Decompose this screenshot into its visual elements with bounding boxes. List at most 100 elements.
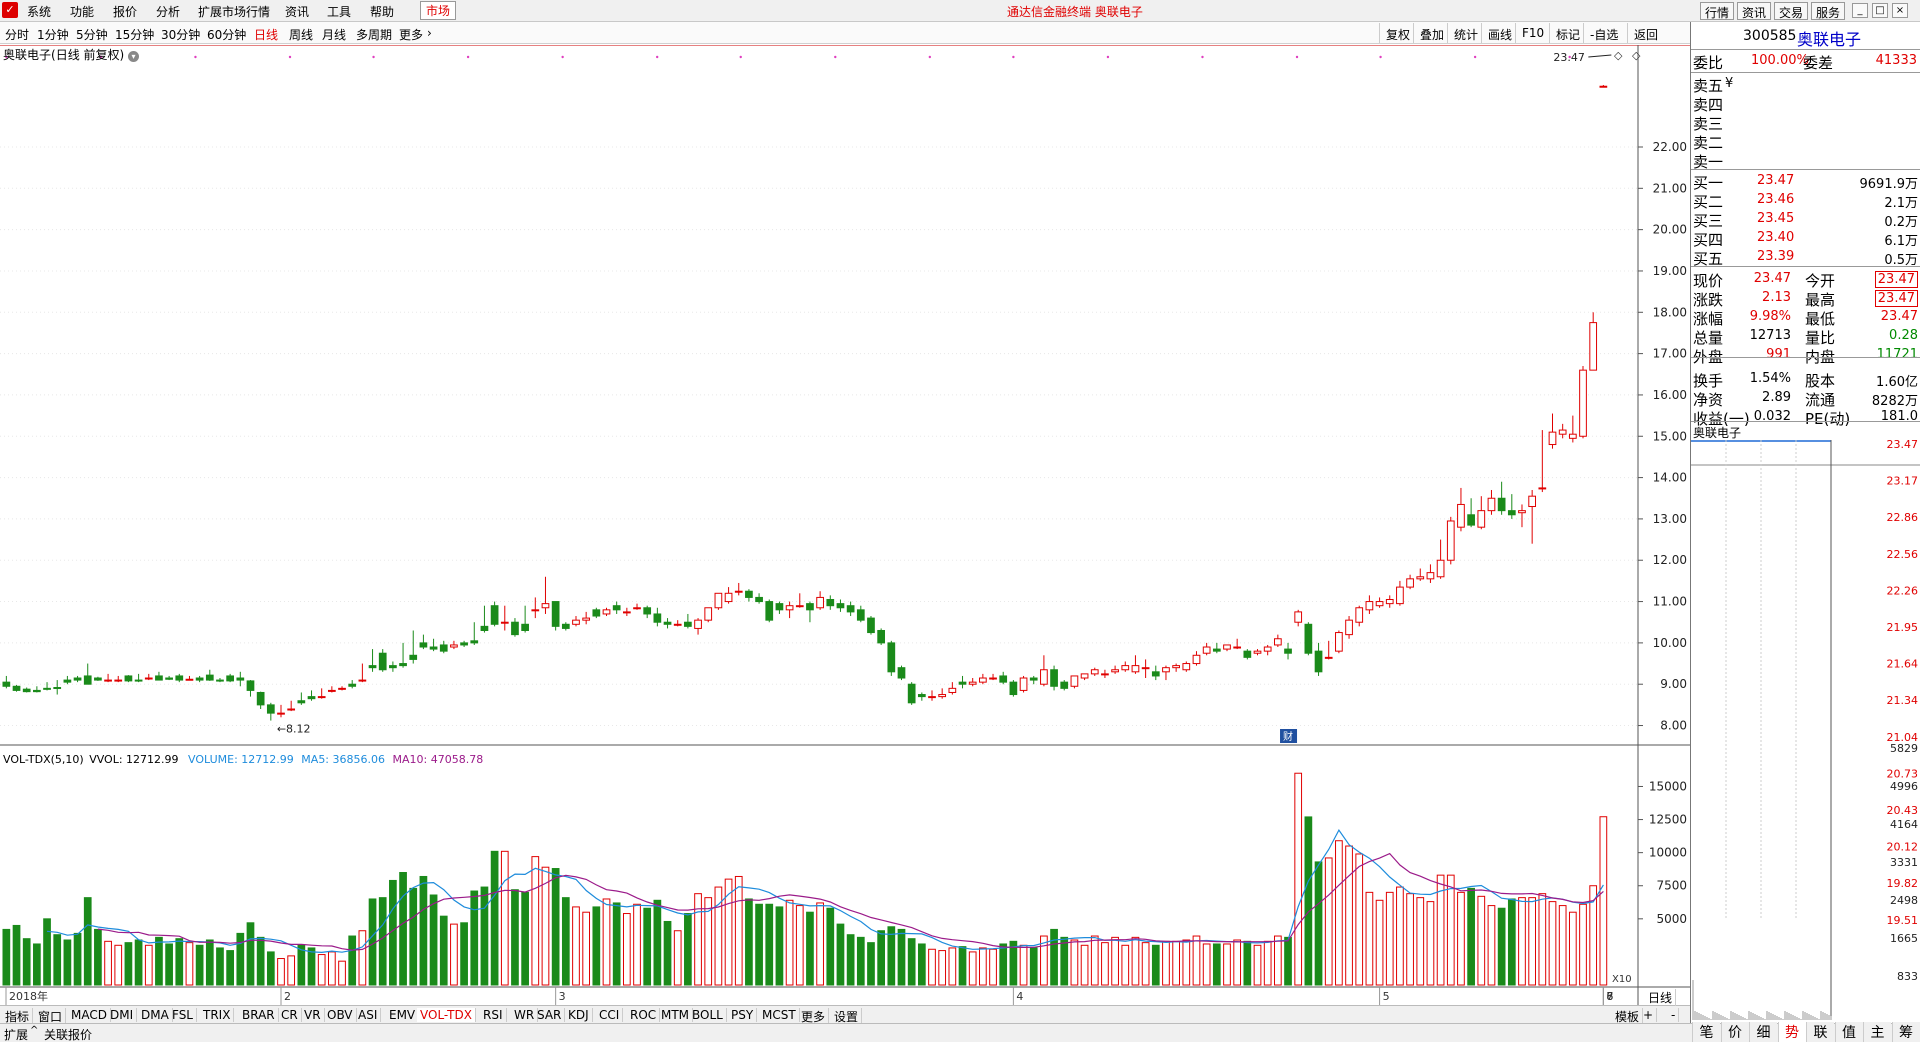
candle-body[interactable] bbox=[826, 598, 835, 607]
volume-bar[interactable] bbox=[144, 944, 153, 986]
volume-bar[interactable] bbox=[114, 944, 123, 986]
event-dot[interactable] bbox=[1295, 55, 1299, 59]
candle-body[interactable] bbox=[1243, 650, 1252, 658]
event-dot[interactable] bbox=[288, 55, 292, 59]
volume-bar[interactable] bbox=[1101, 942, 1109, 986]
candle-body[interactable] bbox=[1273, 638, 1282, 646]
volume-bar[interactable] bbox=[755, 903, 763, 986]
candle-body[interactable] bbox=[1029, 677, 1038, 681]
candle-body[interactable] bbox=[1497, 497, 1506, 512]
period-1min[interactable]: 1分钟 bbox=[37, 26, 69, 43]
volume-bar[interactable] bbox=[205, 939, 214, 986]
volume-bar[interactable] bbox=[439, 915, 448, 986]
candle-body[interactable] bbox=[94, 677, 102, 681]
volume-bar[interactable] bbox=[1538, 893, 1547, 986]
candle-body[interactable] bbox=[1131, 665, 1140, 673]
indicator-tab[interactable]: MACD bbox=[68, 1008, 111, 1022]
candle-body[interactable] bbox=[1345, 619, 1353, 636]
candle-body[interactable] bbox=[1080, 673, 1089, 679]
candle-body[interactable] bbox=[1314, 650, 1323, 673]
candle-body[interactable] bbox=[33, 689, 41, 693]
candle-body[interactable] bbox=[348, 683, 357, 687]
menu-extended-market[interactable]: 扩展市场行情 bbox=[198, 3, 270, 20]
indicator-tab[interactable]: MCST bbox=[759, 1008, 800, 1022]
volume-bar[interactable] bbox=[1375, 899, 1384, 986]
kline-chart[interactable]: 22.00 21.00 20.00 19.00 18.00 17.00 16.00 15.00… bbox=[0, 45, 1690, 1005]
sell-level-row[interactable]: 卖三 bbox=[1691, 113, 1920, 133]
candle-body[interactable] bbox=[216, 679, 224, 682]
volume-bar[interactable] bbox=[1273, 935, 1282, 986]
volume-bar[interactable] bbox=[277, 958, 285, 986]
candle-body[interactable] bbox=[1548, 431, 1557, 446]
candle-body[interactable] bbox=[673, 623, 682, 626]
volume-bar[interactable] bbox=[1029, 947, 1038, 986]
menu-quote[interactable]: 报价 bbox=[113, 3, 137, 20]
volume-bar[interactable] bbox=[104, 940, 112, 986]
volume-bar[interactable] bbox=[22, 938, 31, 986]
volume-bar[interactable] bbox=[836, 923, 845, 986]
candle-body[interactable] bbox=[450, 644, 458, 648]
candle-body[interactable] bbox=[1009, 681, 1018, 696]
candle-body[interactable] bbox=[684, 621, 692, 627]
candle-body[interactable] bbox=[958, 681, 967, 685]
indicator-tab[interactable]: DMI bbox=[107, 1008, 138, 1022]
volume-bar[interactable] bbox=[287, 955, 296, 986]
candle-body[interactable] bbox=[968, 681, 977, 685]
volume-bar[interactable] bbox=[1487, 905, 1496, 986]
indicator-tab[interactable]: RSI bbox=[480, 1008, 507, 1022]
volume-bar[interactable] bbox=[592, 906, 601, 986]
candle-body[interactable] bbox=[897, 667, 906, 679]
btn-fanhui[interactable]: 返回 bbox=[1627, 23, 1664, 43]
volume-bar[interactable] bbox=[1548, 901, 1557, 986]
candle-body[interactable] bbox=[1162, 667, 1170, 673]
candle-body[interactable] bbox=[165, 677, 173, 680]
candle-body[interactable] bbox=[266, 704, 275, 714]
volume-bar[interactable] bbox=[928, 948, 936, 986]
btn-tongji[interactable]: 统计 bbox=[1447, 23, 1484, 43]
close-icon[interactable]: × bbox=[1892, 3, 1908, 18]
candle-body[interactable] bbox=[1101, 673, 1109, 676]
candle-body[interactable] bbox=[114, 679, 123, 682]
event-dot[interactable] bbox=[561, 55, 564, 59]
candle-body[interactable] bbox=[73, 677, 82, 681]
volume-bar[interactable] bbox=[633, 903, 641, 986]
indicator-tab[interactable]: ASI bbox=[355, 1008, 382, 1022]
candle-body[interactable] bbox=[938, 694, 947, 698]
volume-bar[interactable] bbox=[785, 899, 794, 986]
volume-bar[interactable] bbox=[1131, 936, 1140, 986]
volume-bar[interactable] bbox=[226, 950, 234, 986]
candle-body[interactable] bbox=[1253, 650, 1262, 654]
candle-body[interactable] bbox=[1518, 510, 1526, 514]
volume-bar[interactable] bbox=[999, 943, 1008, 986]
candle-body[interactable] bbox=[12, 685, 21, 691]
volume-bar[interactable] bbox=[1070, 939, 1079, 986]
period-monthly[interactable]: 月线 bbox=[322, 26, 346, 43]
volume-bar[interactable] bbox=[185, 942, 194, 986]
menu-news[interactable]: 资讯 bbox=[285, 3, 309, 20]
candle-body[interactable] bbox=[1528, 495, 1537, 508]
candle-body[interactable] bbox=[317, 696, 326, 699]
candle-body[interactable] bbox=[928, 696, 936, 699]
candle-body[interactable] bbox=[104, 679, 112, 682]
quote-tab[interactable]: 细 bbox=[1749, 1022, 1777, 1042]
quote-tab[interactable]: 笔 bbox=[1692, 1022, 1720, 1042]
candle-body[interactable] bbox=[1090, 669, 1099, 675]
volume-bar[interactable] bbox=[694, 893, 702, 986]
sell-level-row[interactable]: 卖四 bbox=[1691, 94, 1920, 114]
volume-bar[interactable] bbox=[582, 911, 591, 986]
quote-tab[interactable]: 势 bbox=[1777, 1022, 1806, 1042]
btn-f10[interactable]: F10 bbox=[1515, 23, 1550, 43]
volume-bar[interactable] bbox=[429, 894, 438, 986]
candle-body[interactable] bbox=[124, 675, 133, 682]
candle-body[interactable] bbox=[480, 625, 489, 631]
candle-body[interactable] bbox=[979, 677, 987, 683]
candle-body[interactable] bbox=[328, 689, 336, 692]
candle-body[interactable] bbox=[1212, 648, 1221, 652]
volume-bar[interactable] bbox=[419, 875, 428, 986]
volume-bar[interactable] bbox=[1050, 928, 1058, 986]
candle-body[interactable] bbox=[1568, 433, 1577, 439]
btn-zixuan[interactable]: -自选 bbox=[1583, 23, 1624, 43]
volume-bar[interactable] bbox=[775, 906, 784, 986]
volume-bar[interactable] bbox=[1253, 944, 1262, 986]
candle-body[interactable] bbox=[856, 609, 865, 621]
